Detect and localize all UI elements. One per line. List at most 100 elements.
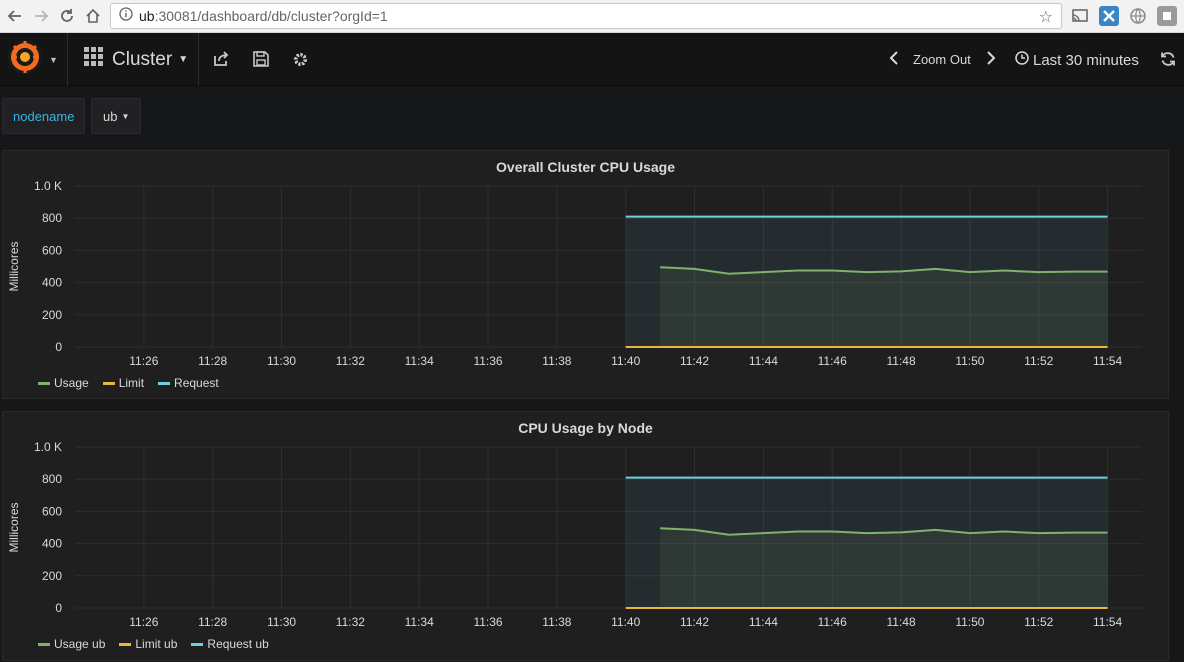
back-arrow-icon[interactable]	[4, 5, 26, 27]
x-tick-label: 11:34	[405, 615, 434, 629]
x-tick-label: 11:28	[198, 615, 227, 629]
square-extension-icon[interactable]	[1157, 6, 1177, 26]
y-tick-label: 600	[42, 504, 62, 518]
legend-item-limit[interactable]: Limit	[102, 376, 145, 390]
x-tick-label: 11:32	[336, 615, 365, 629]
legend-swatch-limit	[102, 381, 115, 385]
x-tick-label: 11:30	[267, 354, 296, 368]
x-tick-label: 11:30	[267, 615, 296, 629]
url-text: ub:30081/dashboard/db/cluster?orgId=1	[139, 8, 388, 24]
address-bar[interactable]: ub:30081/dashboard/db/cluster?orgId=1 ☆	[110, 3, 1062, 29]
x-tick-label: 11:46	[818, 354, 847, 368]
zoom-out-button[interactable]: Zoom Out	[913, 52, 971, 67]
time-range-label: Last 30 minutes	[1033, 51, 1139, 69]
y-axis-label: Millicores	[7, 241, 21, 291]
home-icon[interactable]	[82, 5, 104, 27]
x-tick-label: 11:28	[198, 354, 227, 368]
x-tick-label: 11:40	[611, 354, 640, 368]
legend-swatch-usage	[38, 381, 50, 385]
cpu-usage-by-node-chart[interactable]: 0 200 400 600 800 1.0 K 11:26 11:28 11:30 11:32 11…	[3, 412, 1170, 662]
legend-label: Usage ub	[54, 637, 106, 651]
info-icon[interactable]	[119, 6, 133, 26]
x-tick-label: 11:48	[886, 615, 915, 629]
reload-icon[interactable]	[56, 5, 78, 27]
x-tick-label: 11:54	[1093, 354, 1122, 368]
x-tick-label: 11:38	[542, 354, 571, 368]
y-tick-label: 1.0 K	[34, 179, 62, 193]
x-tick-label: 11:40	[611, 615, 640, 629]
y-tick-label: 200	[42, 308, 62, 322]
legend-item-usage[interactable]: Usage	[38, 376, 89, 390]
chart-legend: Usage ub Limit ub Request ub	[38, 637, 269, 651]
y-tick-label: 400	[42, 537, 62, 551]
legend-label: Usage	[54, 376, 89, 390]
legend-label: Request ub	[207, 637, 269, 651]
page-scrollbar[interactable]	[1174, 86, 1184, 654]
extension-icons	[1070, 6, 1177, 26]
y-tick-label: 600	[42, 243, 62, 257]
variable-caret-icon: ▼	[121, 111, 130, 121]
y-tick-label: 0	[55, 601, 62, 615]
legend-swatch-usage	[38, 642, 50, 646]
dashboard-caret-icon: ▼	[178, 54, 189, 65]
legend-swatch-limit	[119, 642, 132, 646]
extension-x-icon[interactable]	[1099, 6, 1119, 26]
refresh-icon[interactable]	[1158, 49, 1178, 69]
dashboard-picker[interactable]: Cluster ▼	[68, 33, 199, 86]
x-tick-label: 11:44	[749, 615, 778, 629]
legend-label: Limit ub	[135, 637, 178, 651]
legend-item-usage-ub[interactable]: Usage ub	[38, 637, 105, 651]
x-tick-label: 11:44	[749, 354, 778, 368]
time-forward-chevron-icon[interactable]	[986, 50, 996, 71]
y-tick-label: 800	[42, 211, 62, 225]
x-tick-label: 11:52	[1024, 615, 1053, 629]
forward-arrow-icon[interactable]	[30, 5, 52, 27]
x-tick-label: 11:26	[129, 354, 158, 368]
bookmark-star-icon[interactable]: ☆	[1039, 7, 1053, 27]
x-tick-label: 11:38	[542, 615, 571, 629]
variable-select-nodename[interactable]: ub ▼	[91, 98, 142, 134]
panel-overall-cluster-cpu: Overall Cluster CPU Usage 0 200 400 600 800 1…	[2, 150, 1169, 399]
legend-label: Limit	[118, 376, 145, 390]
cast-icon[interactable]	[1070, 6, 1090, 26]
x-tick-label: 11:32	[336, 354, 365, 368]
clock-icon	[1015, 51, 1029, 69]
globe-extension-icon[interactable]	[1128, 6, 1148, 26]
menu-caret-icon: ▼	[49, 54, 58, 65]
legend-item-limit-ub[interactable]: Limit ub	[119, 637, 177, 651]
url-path: :30081/dashboard/db/cluster?orgId=1	[154, 8, 388, 24]
cpu-usage-chart[interactable]: 0 200 400 600 800 1.0 K 11:26 11:28 11:30 11:32 11…	[3, 151, 1170, 400]
dashboard-title: Cluster	[112, 48, 173, 70]
x-tick-label: 11:48	[886, 354, 915, 368]
legend-swatch-request	[191, 642, 204, 646]
series-area-usage-ub	[660, 528, 1108, 608]
x-tick-label: 11:50	[955, 615, 984, 629]
y-axis-label: Millicores	[7, 502, 21, 552]
time-back-chevron-icon[interactable]	[889, 50, 899, 71]
x-tick-label: 11:46	[818, 615, 847, 629]
chart-legend: Usage Limit Request	[38, 376, 219, 390]
share-icon[interactable]	[211, 49, 231, 69]
time-range-picker[interactable]: Last 30 minutes	[1015, 51, 1139, 69]
x-tick-label: 11:54	[1093, 615, 1122, 629]
x-tick-label: 11:34	[405, 354, 434, 368]
y-tick-label: 200	[42, 569, 62, 583]
y-tick-label: 1.0 K	[34, 440, 62, 454]
settings-gear-icon[interactable]	[290, 49, 310, 69]
x-tick-label: 11:50	[955, 354, 984, 368]
variable-value: ub	[103, 108, 118, 124]
series-area-usage	[660, 267, 1108, 347]
x-tick-label: 11:42	[680, 354, 709, 368]
legend-label: Request	[174, 376, 219, 390]
y-tick-label: 800	[42, 472, 62, 486]
panel-cpu-usage-by-node: CPU Usage by Node 0 200 400 600 800 1.0 K 11:2…	[2, 411, 1169, 661]
grafana-logo-icon	[6, 38, 44, 81]
browser-chrome: ub:30081/dashboard/db/cluster?orgId=1 ☆	[0, 0, 1184, 33]
legend-item-request[interactable]: Request	[158, 376, 219, 390]
grafana-navbar: ▼ Cluster ▼ Zoom Out Last 30 minutes	[0, 33, 1184, 86]
url-host: ub	[139, 8, 155, 24]
grafana-menu-button[interactable]: ▼	[0, 33, 68, 86]
save-icon[interactable]	[251, 49, 271, 69]
legend-item-request-ub[interactable]: Request ub	[191, 637, 269, 651]
x-tick-label: 11:36	[473, 354, 502, 368]
